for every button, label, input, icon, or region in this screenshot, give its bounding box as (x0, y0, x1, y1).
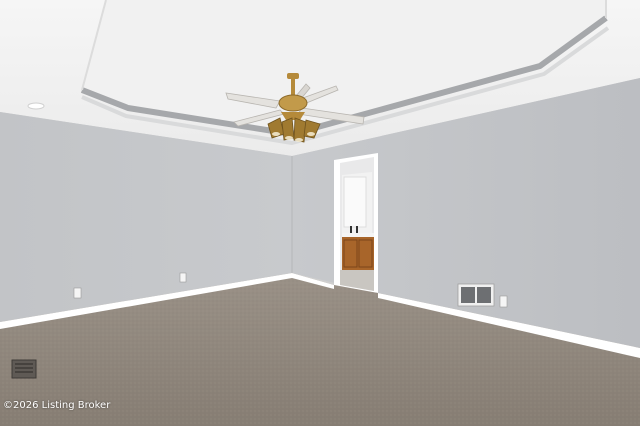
room-photo: ©2026 Listing Broker (0, 0, 640, 426)
outlet-icon-3 (499, 295, 508, 308)
vanity-cabinet (342, 237, 374, 270)
wall-vent-grille-left (461, 287, 475, 303)
recessed-light-icon (27, 102, 45, 110)
vanity-counter (342, 233, 374, 237)
wall-vent-grille-right (477, 287, 491, 303)
bathroom-mirror (343, 176, 367, 228)
floor-vent-icon (11, 359, 37, 379)
outlet-icon-2 (179, 272, 187, 283)
faucet-icon-2 (356, 226, 358, 234)
outlet-icon (73, 287, 82, 299)
room-illustration (0, 0, 640, 426)
faucet-icon (350, 226, 352, 234)
watermark-text: ©2026 Listing Broker (3, 400, 111, 411)
